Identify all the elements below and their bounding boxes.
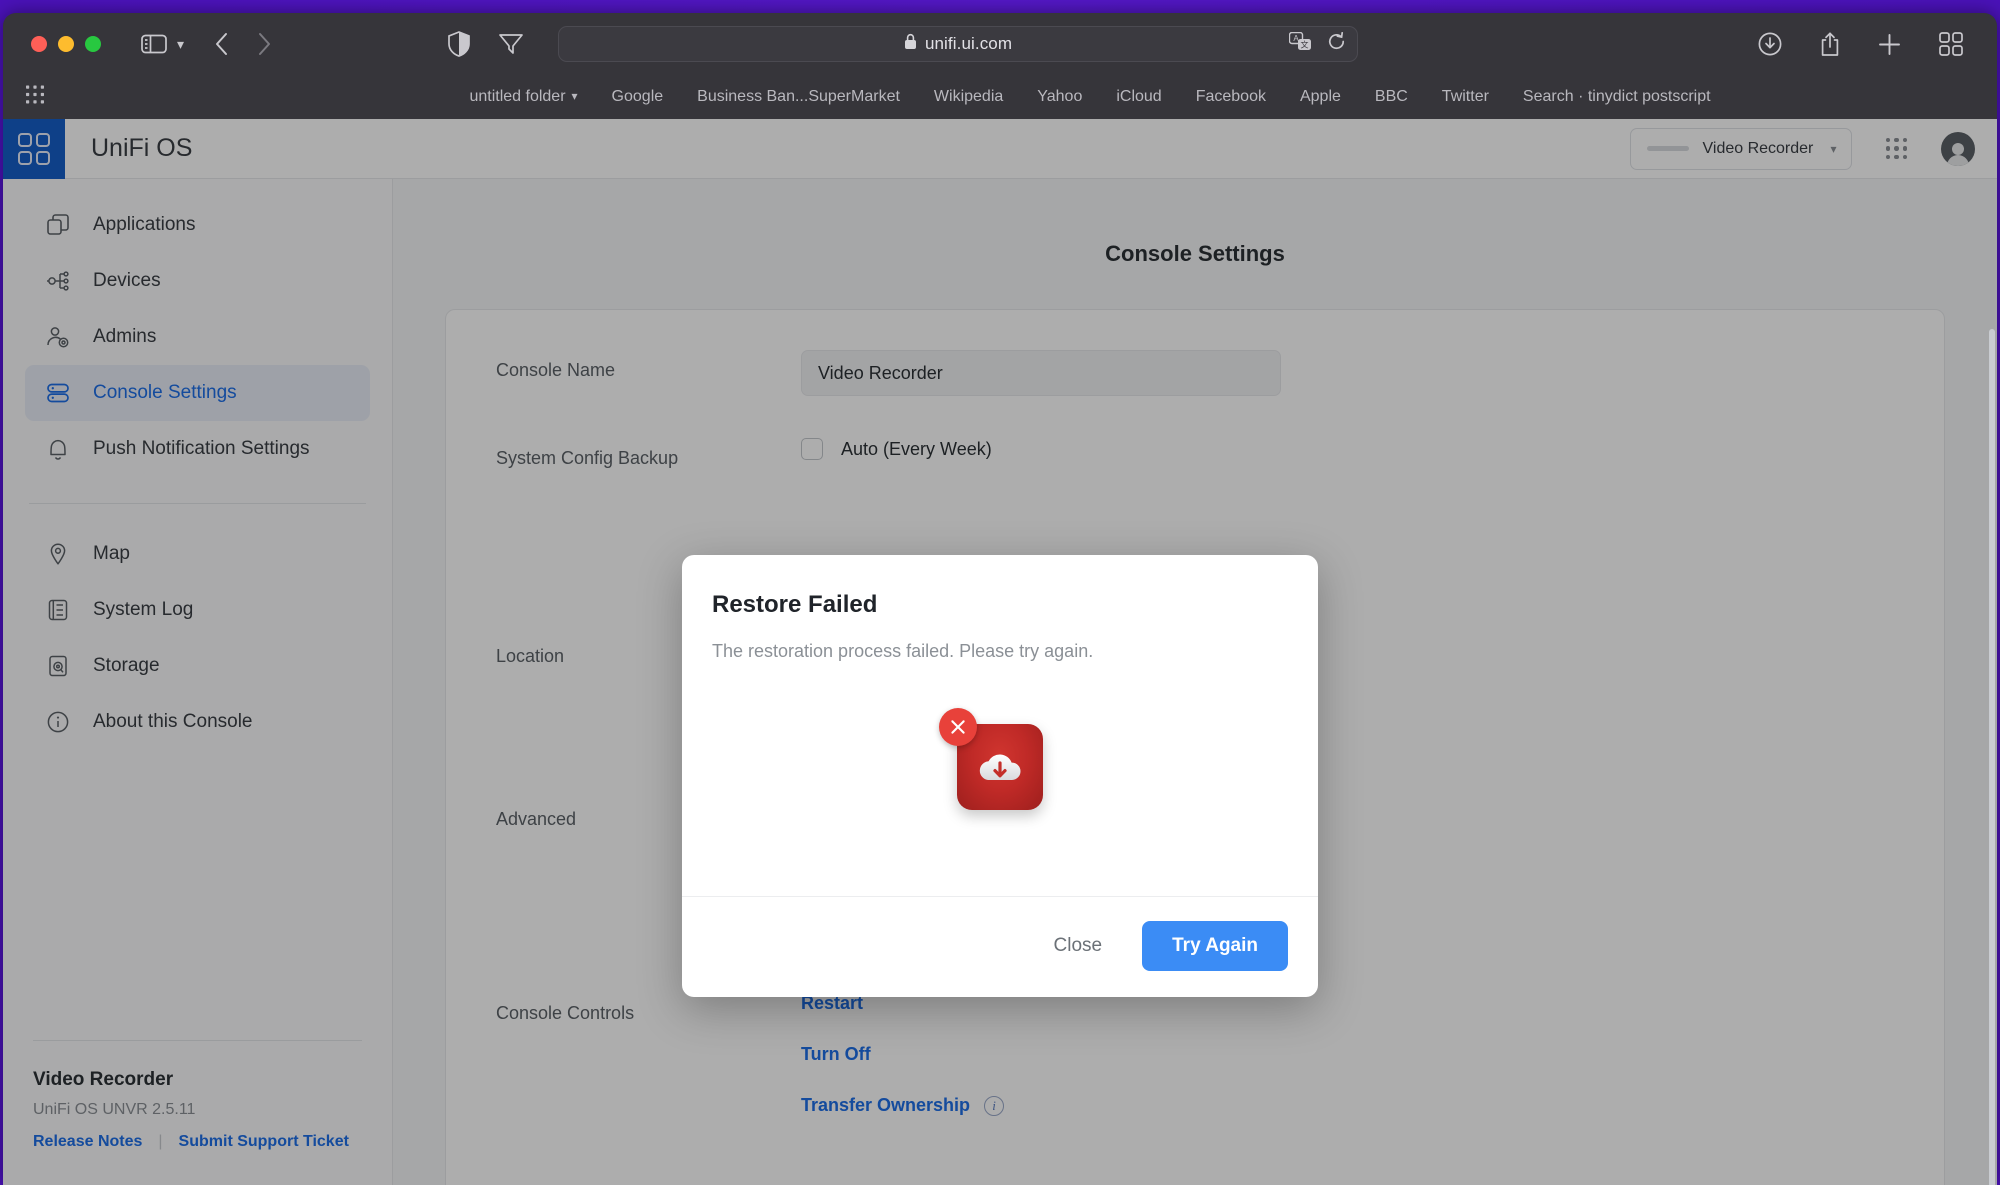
bookmark-item-untitled-folder[interactable]: untitled folder ▾ (452, 88, 594, 106)
share-icon[interactable] (1820, 32, 1840, 57)
error-x-icon (939, 708, 977, 746)
dialog-title: Restore Failed (712, 591, 878, 618)
translate-icon[interactable]: A文 (1288, 31, 1313, 57)
bookmark-item-icloud[interactable]: iCloud (1099, 88, 1178, 106)
minimize-window-button[interactable] (58, 36, 74, 52)
back-icon[interactable] (214, 32, 229, 56)
privacy-report-icon[interactable] (498, 32, 524, 56)
toolbar-right-actions (1758, 32, 1975, 57)
dialog-illustration (710, 662, 1290, 872)
reload-icon[interactable] (1327, 31, 1346, 56)
downloads-icon[interactable] (1758, 32, 1782, 56)
show-all-tabs-icon[interactable] (1939, 32, 1963, 56)
bookmark-item-apple[interactable]: Apple (1283, 88, 1358, 106)
address-bar[interactable]: unifi.ui.com A文 (558, 26, 1359, 62)
bookmark-label: untitled folder (469, 88, 566, 105)
bookmark-item-twitter[interactable]: Twitter (1425, 88, 1506, 106)
bookmark-item-google[interactable]: Google (595, 88, 681, 106)
bookmark-item-business-ban-supermarket[interactable]: Business Ban...SuperMarket (680, 88, 917, 106)
forward-icon[interactable] (257, 32, 272, 56)
bookmarks-bar: untitled folder ▾ Google Business Ban...S… (3, 75, 1997, 119)
svg-text:文: 文 (1301, 39, 1309, 49)
lock-icon (904, 33, 917, 55)
bookmark-list: untitled folder ▾ Google Business Ban...S… (452, 88, 1727, 106)
close-window-button[interactable] (31, 36, 47, 52)
maximize-window-button[interactable] (85, 36, 101, 52)
web-content: UniFi OS Video Recorder ▾ Applications D… (3, 118, 1997, 1185)
modal-overlay: Restore Failed The restoration process f… (3, 119, 1997, 1185)
try-again-button[interactable]: Try Again (1142, 921, 1288, 971)
new-tab-icon[interactable] (1878, 33, 1901, 56)
sidebar-toggle-icon[interactable] (141, 34, 167, 54)
bookmark-item-bbc[interactable]: BBC (1358, 88, 1425, 106)
close-button[interactable]: Close (1032, 923, 1125, 969)
url-text: unifi.ui.com (924, 34, 1013, 53)
browser-toolbar: ▾ unifi.ui.com A文 (3, 13, 1997, 75)
apps-grid-icon[interactable] (25, 85, 45, 110)
bookmark-item-search-tinydict[interactable]: Search · tinydict postscript (1506, 88, 1728, 106)
restore-failed-dialog: Restore Failed The restoration process f… (682, 555, 1318, 997)
privacy-controls (448, 31, 524, 57)
chevron-down-icon: ▾ (571, 89, 578, 103)
dialog-message: The restoration process failed. Please t… (712, 641, 1094, 661)
safari-window: ▾ unifi.ui.com A文 untitled folder ▾ Goog… (3, 13, 1997, 1185)
window-controls[interactable] (31, 36, 101, 52)
bookmark-item-facebook[interactable]: Facebook (1179, 88, 1283, 106)
dialog-actions: Close Try Again (682, 896, 1318, 997)
sidebar-chevron-down-icon[interactable]: ▾ (177, 36, 184, 53)
bookmark-item-yahoo[interactable]: Yahoo (1020, 88, 1099, 106)
shield-icon[interactable] (448, 31, 470, 57)
bookmark-item-wikipedia[interactable]: Wikipedia (917, 88, 1020, 106)
